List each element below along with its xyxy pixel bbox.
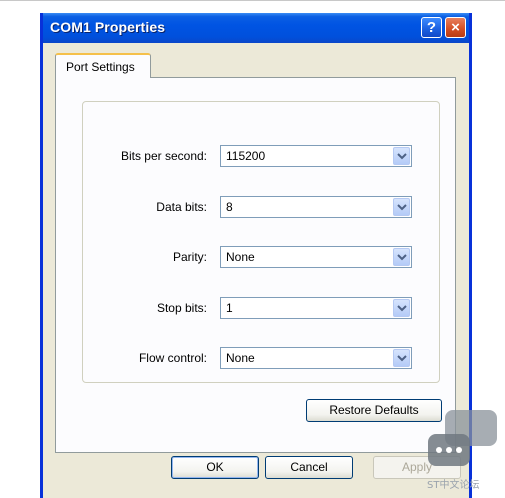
restore-defaults-button[interactable]: Restore Defaults [306,399,442,422]
bits-per-second-label: Bits per second: [120,149,207,163]
settings-group: Bits per second: 115200 Data bits: 8 Par… [82,101,440,383]
data-bits-label: Data bits: [156,200,207,214]
ok-button[interactable]: OK [171,456,259,479]
parity-label: Parity: [172,250,207,264]
chevron-down-icon[interactable] [393,299,410,317]
parity-select[interactable]: None [220,246,412,268]
tab-port-settings[interactable]: Port Settings [55,53,151,78]
cancel-button[interactable]: Cancel [265,456,353,479]
help-icon: ? [426,19,437,36]
flow-control-value: None [226,351,255,365]
chevron-down-icon[interactable] [393,198,410,216]
title-bar[interactable]: COM1 Properties ? × [43,13,469,43]
stop-bits-label: Stop bits: [156,301,207,315]
port-settings-panel: Bits per second: 115200 Data bits: 8 Par… [55,77,456,453]
stop-bits-value: 1 [226,301,233,315]
chevron-down-icon[interactable] [393,147,410,165]
window-title: COM1 Properties [50,19,166,35]
flow-control-select[interactable]: None [220,347,412,369]
close-button[interactable]: × [445,17,466,38]
stop-bits-select[interactable]: 1 [220,297,412,319]
help-button[interactable]: ? [421,17,442,38]
bits-per-second-value: 115200 [226,149,266,163]
tab-port-settings-label: Port Settings [66,60,135,74]
com1-properties-dialog: COM1 Properties ? × Port Settings Bits p… [40,13,472,498]
close-icon: × [451,19,460,36]
flow-control-label: Flow control: [138,351,207,365]
data-bits-value: 8 [226,200,233,214]
bits-per-second-select[interactable]: 115200 [220,145,412,167]
top-divider [0,0,505,1]
chevron-down-icon[interactable] [393,248,410,266]
chevron-down-icon[interactable] [393,349,410,367]
parity-value: None [226,250,255,264]
data-bits-select[interactable]: 8 [220,196,412,218]
watermark-text: ST中文论坛 [427,480,480,491]
